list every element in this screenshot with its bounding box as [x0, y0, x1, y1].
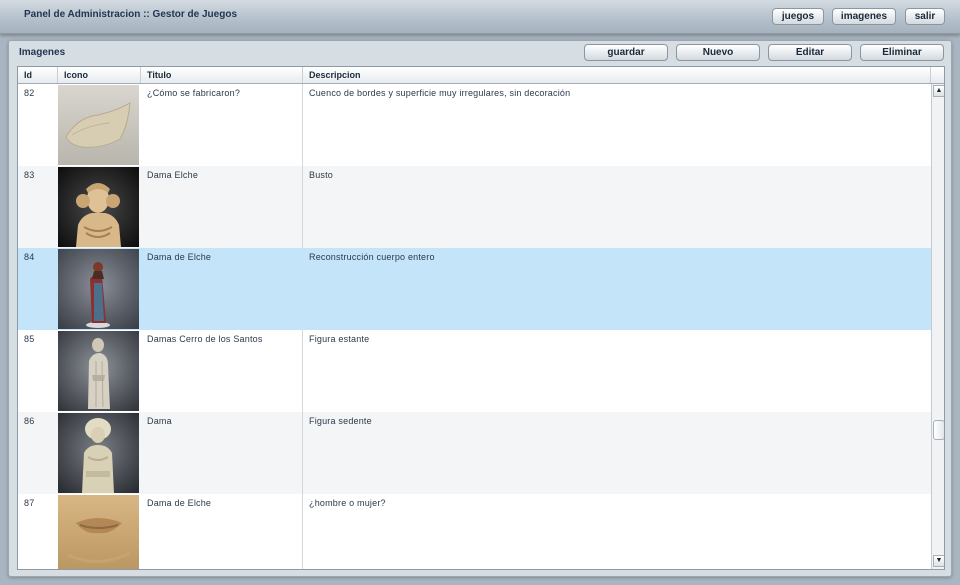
app-title: Panel de Administracion :: Gestor de Jue… — [24, 9, 238, 20]
cell-id: 84 — [24, 252, 35, 262]
cell-titulo: Dama Elche — [147, 170, 199, 180]
cell-titulo: Dama de Elche — [147, 498, 212, 508]
grid-scrollbar[interactable]: ▲ ▼ — [931, 84, 944, 569]
images-grid: Id Icono Titulo Descripcion 82 ¿Cómo se … — [17, 66, 945, 570]
grid-header: Id Icono Titulo Descripcion — [18, 67, 944, 84]
scrollbar-thumb[interactable] — [933, 420, 944, 440]
guardar-button[interactable]: guardar — [584, 44, 668, 61]
column-header-icono[interactable]: Icono — [58, 67, 141, 83]
scroll-down-arrow-icon[interactable]: ▼ — [933, 555, 944, 567]
column-header-descripcion[interactable]: Descripcion — [303, 67, 931, 83]
cell-descripcion: Busto — [309, 170, 334, 180]
cell-titulo: Dama — [147, 416, 172, 426]
dama-bust-thumbnail — [58, 167, 139, 247]
cell-titulo: Dama de Elche — [147, 252, 212, 262]
table-row-selected[interactable]: 84 Dama de Elche Reconstrucción cuerpo e… — [18, 248, 931, 330]
table-row[interactable]: 82 ¿Cómo se fabricaron? Cuenco de bordes… — [18, 84, 931, 166]
images-panel: Imagenes guardar Nuevo Editar Eliminar I… — [8, 40, 952, 577]
cell-id: 86 — [24, 416, 35, 426]
cell-descripcion: ¿hombre o mujer? — [309, 498, 386, 508]
cell-descripcion: Reconstrucción cuerpo entero — [309, 252, 435, 262]
column-header-titulo[interactable]: Titulo — [141, 67, 303, 83]
face-closeup-thumbnail — [58, 495, 139, 569]
grid-rows: 82 ¿Cómo se fabricaron? Cuenco de bordes… — [18, 84, 931, 569]
top-bar: Panel de Administracion :: Gestor de Jue… — [0, 0, 960, 34]
table-row[interactable]: 87 Dama de Elche ¿hombre o mujer? — [18, 494, 931, 569]
salir-button[interactable]: salir — [905, 8, 945, 25]
imagenes-button[interactable]: imagenes — [832, 8, 896, 25]
cell-id: 87 — [24, 498, 35, 508]
table-row[interactable]: 85 Damas Cerro de los Santos Figura esta… — [18, 330, 931, 412]
cell-titulo: Damas Cerro de los Santos — [147, 334, 263, 344]
eliminar-button[interactable]: Eliminar — [860, 44, 944, 61]
cell-descripcion: Figura estante — [309, 334, 370, 344]
juegos-button[interactable]: juegos — [772, 8, 824, 25]
painted-figure-thumbnail — [58, 249, 139, 329]
table-row[interactable]: 86 Dama Figura sedente — [18, 412, 931, 494]
panel-title: Imagenes — [19, 47, 66, 58]
cell-id: 85 — [24, 334, 35, 344]
editar-button[interactable]: Editar — [768, 44, 852, 61]
seated-figure-thumbnail — [58, 413, 139, 493]
cell-id: 82 — [24, 88, 35, 98]
standing-figure-thumbnail — [58, 331, 139, 411]
nuevo-button[interactable]: Nuevo — [676, 44, 760, 61]
cell-id: 83 — [24, 170, 35, 180]
column-header-id[interactable]: Id — [18, 67, 58, 83]
scroll-up-arrow-icon[interactable]: ▲ — [933, 85, 944, 97]
table-row[interactable]: 83 Dama Elche Busto — [18, 166, 931, 248]
cell-titulo: ¿Cómo se fabricaron? — [147, 88, 241, 98]
cell-descripcion: Cuenco de bordes y superficie muy irregu… — [309, 88, 571, 98]
cell-descripcion: Figura sedente — [309, 416, 372, 426]
stone-fragment-thumbnail — [58, 85, 139, 165]
